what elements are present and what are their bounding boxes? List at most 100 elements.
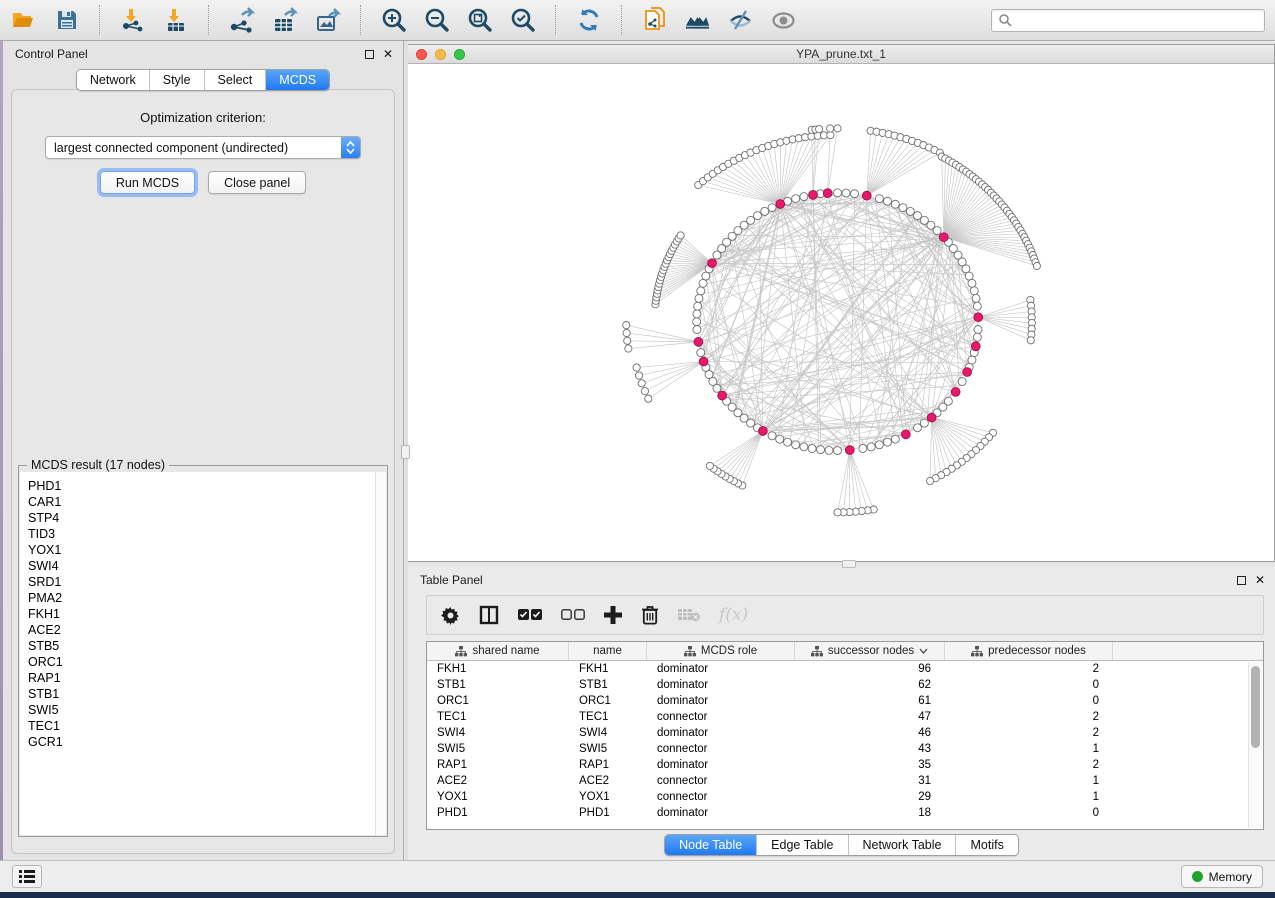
network-node[interactable] bbox=[920, 419, 928, 427]
table-cell[interactable]: 96 bbox=[795, 663, 945, 675]
mcds-hub-node[interactable] bbox=[974, 313, 983, 322]
mcds-result-item[interactable]: ORC1 bbox=[28, 654, 367, 670]
table-cell[interactable]: connector bbox=[647, 711, 795, 723]
deselect-all-checkboxes-icon[interactable] bbox=[561, 604, 585, 626]
network-node[interactable] bbox=[792, 441, 800, 449]
mcds-result-item[interactable]: FKH1 bbox=[28, 606, 367, 622]
column-header-successor-nodes[interactable]: successor nodes bbox=[795, 642, 945, 660]
table-row[interactable]: ORC1ORC1dominator610 bbox=[427, 693, 1263, 709]
mcds-result-item[interactable]: SRD1 bbox=[28, 574, 367, 590]
mcds-hub-node[interactable] bbox=[951, 388, 960, 397]
split-columns-icon[interactable] bbox=[479, 604, 499, 626]
table-cell[interactable]: 47 bbox=[795, 711, 945, 723]
network-node[interactable] bbox=[867, 443, 875, 451]
first-neighbors-icon[interactable] bbox=[684, 7, 711, 34]
table-cell[interactable]: SWI4 bbox=[427, 727, 569, 739]
network-node[interactable] bbox=[638, 380, 645, 387]
show-all-icon[interactable] bbox=[770, 7, 797, 34]
splitter-grip[interactable] bbox=[842, 560, 856, 568]
export-image-icon[interactable] bbox=[314, 7, 341, 34]
float-panel-icon[interactable] bbox=[365, 50, 374, 59]
table-row[interactable]: SWI4SWI4dominator462 bbox=[427, 725, 1263, 741]
network-node[interactable] bbox=[927, 477, 934, 484]
column-header-mcds-role[interactable]: MCDS role bbox=[647, 642, 795, 660]
settings-icon[interactable] bbox=[441, 604, 460, 626]
table-cell[interactable]: dominator bbox=[647, 727, 795, 739]
float-panel-icon[interactable] bbox=[1237, 576, 1246, 585]
network-node[interactable] bbox=[842, 189, 850, 197]
table-cell[interactable]: dominator bbox=[647, 759, 795, 771]
add-column-icon[interactable] bbox=[604, 604, 622, 626]
function-builder-icon[interactable]: f(x) bbox=[719, 604, 748, 626]
table-row[interactable]: FKH1FKH1dominator962 bbox=[427, 661, 1263, 677]
mcds-hub-node[interactable] bbox=[708, 259, 717, 268]
network-node[interactable] bbox=[875, 441, 883, 449]
table-cell[interactable]: SWI5 bbox=[427, 743, 569, 755]
close-panel-button[interactable]: Close panel bbox=[208, 171, 306, 194]
network-node[interactable] bbox=[625, 345, 632, 352]
column-header-shared-name[interactable]: shared name bbox=[427, 642, 569, 660]
refresh-icon[interactable] bbox=[575, 7, 602, 34]
table-cell[interactable]: RAP1 bbox=[569, 759, 647, 771]
table-scrollbar[interactable] bbox=[1248, 662, 1262, 828]
network-node[interactable] bbox=[776, 435, 784, 443]
mcds-result-item[interactable]: STP4 bbox=[28, 510, 367, 526]
export-table-icon[interactable] bbox=[271, 7, 298, 34]
network-node[interactable] bbox=[699, 279, 707, 287]
delete-table-icon[interactable] bbox=[678, 604, 700, 626]
network-node[interactable] bbox=[891, 435, 899, 443]
tab-node-table[interactable]: Node Table bbox=[665, 835, 757, 855]
save-icon[interactable] bbox=[53, 7, 80, 34]
table-cell[interactable]: RAP1 bbox=[427, 759, 569, 771]
network-node[interactable] bbox=[697, 287, 705, 295]
table-cell[interactable]: 2 bbox=[945, 711, 1113, 723]
mcds-result-item[interactable]: PHD1 bbox=[28, 478, 367, 494]
memory-button[interactable]: Memory bbox=[1181, 865, 1263, 888]
splitter-grip[interactable] bbox=[401, 445, 410, 459]
network-node[interactable] bbox=[906, 207, 914, 215]
mcds-result-item[interactable]: SWI5 bbox=[28, 702, 367, 718]
network-node[interactable] bbox=[850, 190, 858, 198]
network-node[interactable] bbox=[623, 322, 630, 329]
network-node[interactable] bbox=[800, 193, 808, 201]
table-cell[interactable]: dominator bbox=[647, 807, 795, 819]
network-node[interactable] bbox=[825, 446, 833, 454]
mcds-hub-node[interactable] bbox=[718, 391, 727, 400]
close-panel-icon[interactable]: ✕ bbox=[1255, 574, 1265, 586]
network-node[interactable] bbox=[706, 462, 713, 469]
zoom-in-icon[interactable] bbox=[380, 7, 407, 34]
zoom-selected-icon[interactable] bbox=[509, 7, 536, 34]
mcds-hub-node[interactable] bbox=[862, 191, 871, 200]
clone-network-icon[interactable] bbox=[641, 7, 668, 34]
table-row[interactable]: STB1STB1dominator620 bbox=[427, 677, 1263, 693]
network-node[interactable] bbox=[933, 227, 941, 235]
table-cell[interactable]: STB1 bbox=[569, 679, 647, 691]
table-cell[interactable]: TEC1 bbox=[427, 711, 569, 723]
mcds-hub-node[interactable] bbox=[939, 233, 948, 242]
table-row[interactable]: PHD1PHD1dominator180 bbox=[427, 805, 1263, 821]
mcds-hub-node[interactable] bbox=[809, 190, 818, 199]
table-cell[interactable]: 61 bbox=[795, 695, 945, 707]
table-cell[interactable]: 0 bbox=[945, 695, 1113, 707]
network-node[interactable] bbox=[973, 302, 981, 310]
tab-motifs[interactable]: Motifs bbox=[956, 835, 1017, 855]
network-node[interactable] bbox=[816, 126, 823, 133]
network-node[interactable] bbox=[784, 438, 792, 446]
table-row[interactable]: SWI5SWI5connector431 bbox=[427, 741, 1263, 757]
network-node[interactable] bbox=[817, 446, 825, 454]
delete-column-icon[interactable] bbox=[641, 604, 659, 626]
network-node[interactable] bbox=[693, 318, 701, 326]
network-node[interactable] bbox=[761, 207, 769, 215]
table-cell[interactable]: connector bbox=[647, 743, 795, 755]
table-cell[interactable]: connector bbox=[647, 791, 795, 803]
export-network-icon[interactable] bbox=[228, 7, 255, 34]
network-node[interactable] bbox=[768, 432, 776, 440]
tab-mcds[interactable]: MCDS bbox=[266, 70, 329, 90]
horizontal-splitter[interactable] bbox=[408, 562, 1275, 567]
network-node[interactable] bbox=[834, 509, 841, 516]
mcds-hub-node[interactable] bbox=[823, 189, 832, 198]
table-cell[interactable]: 35 bbox=[795, 759, 945, 771]
network-node[interactable] bbox=[883, 197, 891, 205]
import-table-icon[interactable] bbox=[162, 7, 189, 34]
table-cell[interactable]: 46 bbox=[795, 727, 945, 739]
